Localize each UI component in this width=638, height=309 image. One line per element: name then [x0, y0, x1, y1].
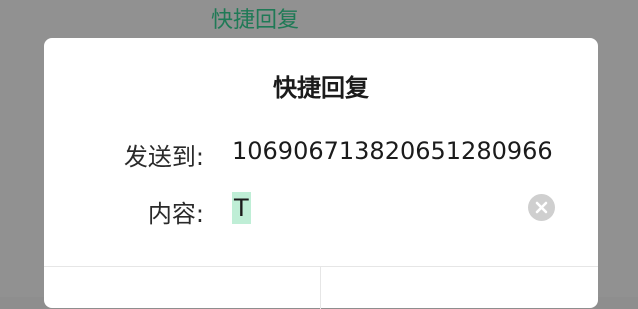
quick-reply-dialog: 快捷回复 发送到: 106906713820651280966 内容: T: [44, 38, 598, 309]
content-input-value[interactable]: T: [232, 192, 251, 224]
left-action-button[interactable]: [44, 267, 321, 309]
dialog-title: 快捷回复: [273, 74, 369, 102]
content-input[interactable]: T: [230, 186, 560, 230]
background-page-title: 快捷回复: [210, 8, 299, 33]
clear-icon[interactable]: [528, 194, 555, 221]
content-label: 内容:: [147, 200, 204, 228]
right-action-button[interactable]: [321, 267, 598, 309]
send-to-label: 发送到:: [123, 143, 204, 171]
dialog-actions: [44, 266, 598, 309]
send-to-number: 106906713820651280966: [232, 137, 553, 165]
